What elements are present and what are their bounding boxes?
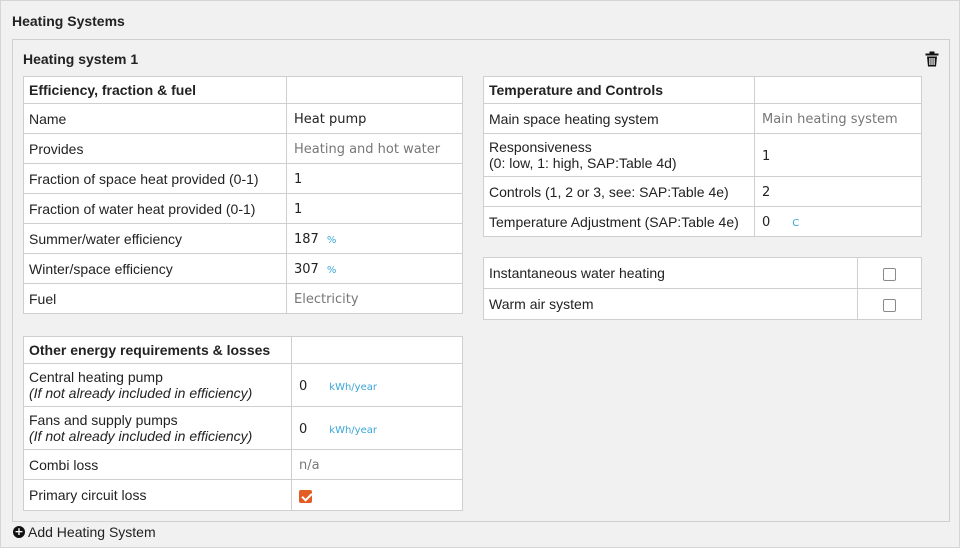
combi-loss-label: Combi loss [23,449,292,480]
kwh-unit: kWh/year [329,424,377,436]
summer-efficiency-label: Summer/water efficiency [23,223,287,254]
winter-efficiency-label: Winter/space efficiency [23,253,287,284]
system-title: Heating system 1 [23,51,139,67]
temperature-adjustment-label: Temperature Adjustment (SAP:Table 4e) [483,206,755,237]
main-space-heating-select[interactable]: Main heating system [754,103,922,134]
add-heating-system-button[interactable]: + Add Heating System [13,524,156,540]
temperature-table: Temperature and Controls Main space heat… [483,76,922,237]
name-input[interactable]: Heat pump [286,103,463,134]
other-energy-table: Other energy requirements & losses Centr… [23,336,463,511]
efficiency-table: Efficiency, fraction & fuel Name Heat pu… [23,76,463,314]
efficiency-header: Efficiency, fraction & fuel [23,76,287,104]
warm-air-system-cell [857,288,922,320]
fuel-label: Fuel [23,283,287,314]
instantaneous-water-heating-label: Instantaneous water heating [483,257,858,289]
temperature-adjustment-input[interactable]: 0C [754,206,922,237]
combi-loss-value: n/a [291,449,463,480]
controls-input[interactable]: 2 [754,176,922,207]
space-fraction-label: Fraction of space heat provided (0-1) [23,163,287,194]
main-space-heating-label: Main space heating system [483,103,755,134]
central-heating-pump-label: Central heating pump (If not already inc… [23,363,292,407]
winter-efficiency-input[interactable]: 307% [286,253,463,284]
trash-icon[interactable] [925,51,939,67]
central-heating-pump-input[interactable]: 0 kWh/year [291,363,463,407]
primary-circuit-loss-checkbox[interactable] [299,489,312,503]
temperature-header: Temperature and Controls [483,76,755,104]
efficiency-header-spacer [286,76,463,104]
summer-efficiency-input[interactable]: 187% [286,223,463,254]
flags-table: Instantaneous water heating Warm air sys… [483,257,922,320]
temperature-header-spacer [754,76,922,104]
name-label: Name [23,103,287,134]
percent-unit: % [326,265,337,276]
water-fraction-label: Fraction of water heat provided (0-1) [23,193,287,224]
other-energy-header: Other energy requirements & losses [23,336,292,364]
responsiveness-label: Responsiveness (0: low, 1: high, SAP:Tab… [483,133,755,177]
heating-systems-panel: Heating Systems Heating system 1 Efficie… [0,0,960,548]
fans-supply-pumps-label: Fans and supply pumps (If not already in… [23,406,292,450]
provides-select[interactable]: Heating and hot water [286,133,463,164]
primary-circuit-loss-cell [291,479,463,511]
responsiveness-input[interactable]: 1 [754,133,922,177]
plus-circle-icon: + [13,525,25,538]
primary-circuit-loss-label: Primary circuit loss [23,479,292,511]
instantaneous-water-heating-cell [857,257,922,289]
controls-label: Controls (1, 2 or 3, see: SAP:Table 4e) [483,176,755,207]
section-title: Heating Systems [12,13,125,29]
space-fraction-input[interactable]: 1 [286,163,463,194]
percent-unit: % [326,235,337,246]
celsius-unit: C [792,218,800,229]
kwh-unit: kWh/year [329,381,377,393]
other-energy-header-spacer [291,336,463,364]
instantaneous-water-heating-checkbox[interactable] [883,267,896,281]
warm-air-system-checkbox[interactable] [883,298,896,312]
fuel-select[interactable]: Electricity [286,283,463,314]
provides-label: Provides [23,133,287,164]
warm-air-system-label: Warm air system [483,288,858,320]
water-fraction-input[interactable]: 1 [286,193,463,224]
add-heating-system-label: Add Heating System [28,524,156,540]
fans-supply-pumps-input[interactable]: 0 kWh/year [291,406,463,450]
